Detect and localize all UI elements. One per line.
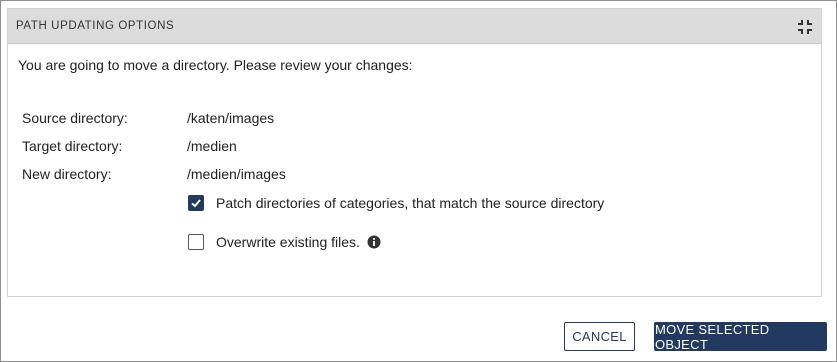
info-icon[interactable] [367,235,381,249]
intro-text: You are going to move a directory. Pleas… [18,57,413,73]
overwrite-files-checkbox[interactable] [188,234,204,250]
target-directory-value: /medien [187,138,237,154]
overwrite-files-option[interactable]: Overwrite existing files. [188,234,381,250]
dialog-window: PATH UPDATING OPTIONS You are going to m… [0,0,837,362]
move-selected-object-button[interactable]: MOVE SELECTED OBJECT [654,322,827,352]
panel-title: PATH UPDATING OPTIONS [16,20,175,32]
target-directory-label: Target directory: [22,138,123,154]
path-options-panel: PATH UPDATING OPTIONS You are going to m… [7,8,822,297]
patch-directories-option[interactable]: Patch directories of categories, that ma… [188,195,604,211]
source-directory-value: /katen/images [187,110,275,126]
new-directory-value: /medien/images [187,166,286,182]
checkmark-icon [191,199,201,208]
new-directory-label: New directory: [22,166,112,182]
source-directory-label: Source directory: [22,110,128,126]
cancel-button[interactable]: CANCEL [564,322,635,351]
overwrite-files-label: Overwrite existing files. [216,234,360,250]
collapse-icon[interactable] [797,19,813,35]
patch-directories-label: Patch directories of categories, that ma… [216,195,605,211]
panel-header: PATH UPDATING OPTIONS [8,9,821,44]
patch-directories-checkbox[interactable] [188,195,204,211]
